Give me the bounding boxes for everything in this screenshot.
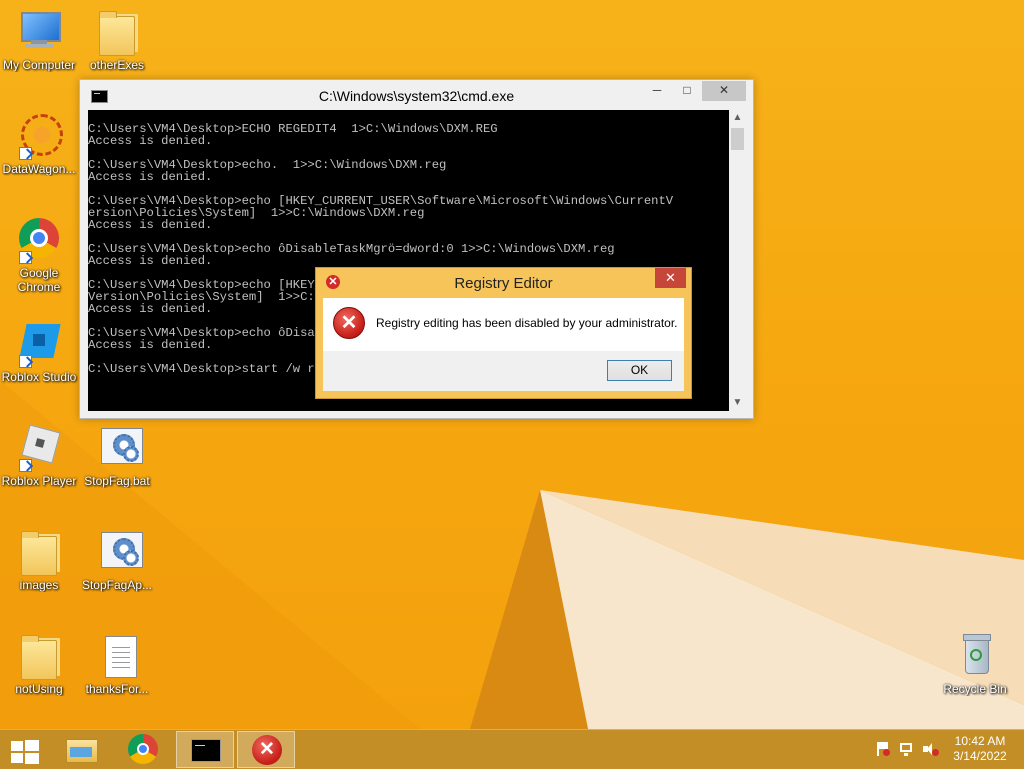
desktop-icon-label: Roblox Player [1, 474, 77, 488]
shortcut-arrow-icon [19, 459, 32, 472]
volume-muted-icon[interactable] [922, 741, 939, 757]
roblox-player-icon [15, 424, 63, 472]
console-line: Access is denied. [88, 218, 213, 232]
desktop-icon-thanksfor[interactable]: thanksFor... [78, 632, 156, 696]
datawagon-icon [15, 112, 63, 160]
folder-icon [93, 8, 141, 56]
taskbar-chrome[interactable] [118, 731, 168, 768]
desktop-icon-my-computer[interactable]: My Computer [0, 8, 78, 72]
taskbar-registry-editor[interactable]: ✕ [237, 731, 295, 768]
desktop-icon-label: Recycle Bin [943, 682, 1007, 696]
dialog-close-button[interactable]: ✕ [655, 268, 686, 288]
shortcut-arrow-icon [19, 355, 32, 368]
console-line: Access is denied. [88, 134, 213, 148]
clock-time: 10:42 AM [954, 734, 1006, 748]
dialog-message: Registry editing has been disabled by yo… [376, 316, 678, 330]
shortcut-arrow-icon [19, 251, 32, 264]
network-icon[interactable] [898, 741, 914, 757]
desktop-icon-label: StopFagAp... [81, 578, 153, 592]
registry-editor-dialog[interactable]: ✕ Registry Editor ✕ ✕ Registry editing h… [315, 267, 692, 399]
close-button[interactable]: ✕ [702, 81, 746, 101]
desktop-icon-roblox-studio[interactable]: Roblox Studio [0, 320, 78, 384]
dialog-title: Registry Editor [454, 275, 553, 292]
ok-button[interactable]: OK [607, 360, 672, 381]
folder-icon [15, 632, 63, 680]
console-line: Access is denied. [88, 254, 213, 268]
scroll-down-arrow-icon[interactable]: ▼ [729, 395, 746, 411]
shortcut-arrow-icon [19, 147, 32, 160]
desktop-icon-label: DataWagon... [2, 162, 76, 176]
taskbar-cmd[interactable] [176, 731, 234, 768]
desktop-icon-datawagon[interactable]: DataWagon... [0, 112, 78, 176]
desktop-icon-label: images [19, 578, 59, 592]
folder-icon [15, 528, 63, 576]
desktop-icon-label: Google Chrome [17, 266, 61, 294]
desktop-icon-label: Roblox Studio [1, 370, 77, 384]
start-button[interactable] [0, 731, 48, 768]
desktop-icon-notusing[interactable]: notUsing [0, 632, 78, 696]
error-icon: ✕ [252, 735, 282, 765]
dialog-body: ✕ Registry editing has been disabled by … [323, 298, 684, 351]
taskbar: ✕ 10:42 AM 3/14/2022 [0, 729, 1024, 769]
batch-file-icon [93, 528, 143, 576]
desktop-icon-google-chrome[interactable]: Google Chrome [0, 216, 78, 294]
batch-file-icon [93, 424, 143, 472]
desktop-icon-label: My Computer [2, 58, 76, 72]
desktop-icon-label: notUsing [15, 682, 63, 696]
cmd-icon [191, 739, 221, 762]
clock-date: 3/14/2022 [953, 749, 1007, 763]
roblox-studio-icon [15, 320, 63, 368]
taskbar-clock[interactable]: 10:42 AM 3/14/2022 [944, 734, 1016, 764]
scrollbar-thumb[interactable] [731, 128, 744, 150]
recycle-bin-icon [951, 632, 999, 680]
cmd-titlebar[interactable]: C:\Windows\system32\cmd.exe ─ □ ✕ [80, 80, 753, 110]
desktop-icon-stopfag-bat[interactable]: StopFag.bat [78, 424, 156, 488]
desktop-icon-label: thanksFor... [85, 682, 149, 696]
taskbar-file-explorer[interactable] [56, 731, 106, 768]
desktop-icon-recycle-bin[interactable]: Recycle Bin [936, 632, 1014, 696]
dialog-footer: OK [323, 351, 684, 391]
action-center-flag-icon[interactable] [874, 741, 890, 757]
text-file-icon [93, 632, 141, 680]
desktop-icon-label: StopFag.bat [84, 474, 150, 488]
chrome-icon [15, 216, 63, 264]
minimize-button[interactable]: ─ [644, 81, 670, 101]
vertical-scrollbar[interactable]: ▲ ▼ [729, 110, 746, 411]
console-line: Access is denied. [88, 170, 213, 184]
error-icon: ✕ [333, 307, 365, 339]
desktop-icon-roblox-player[interactable]: Roblox Player [0, 424, 78, 488]
desktop-icon-stopfagap[interactable]: StopFagAp... [78, 528, 156, 592]
computer-icon [15, 8, 63, 56]
desktop-icon-label: otherExes [89, 58, 145, 72]
desktop-icon-otherexes[interactable]: otherExes [78, 8, 156, 72]
scroll-up-arrow-icon[interactable]: ▲ [729, 110, 746, 126]
maximize-button[interactable]: □ [674, 81, 700, 101]
windows-logo-icon [11, 740, 39, 764]
desktop-icon-images[interactable]: images [0, 528, 78, 592]
